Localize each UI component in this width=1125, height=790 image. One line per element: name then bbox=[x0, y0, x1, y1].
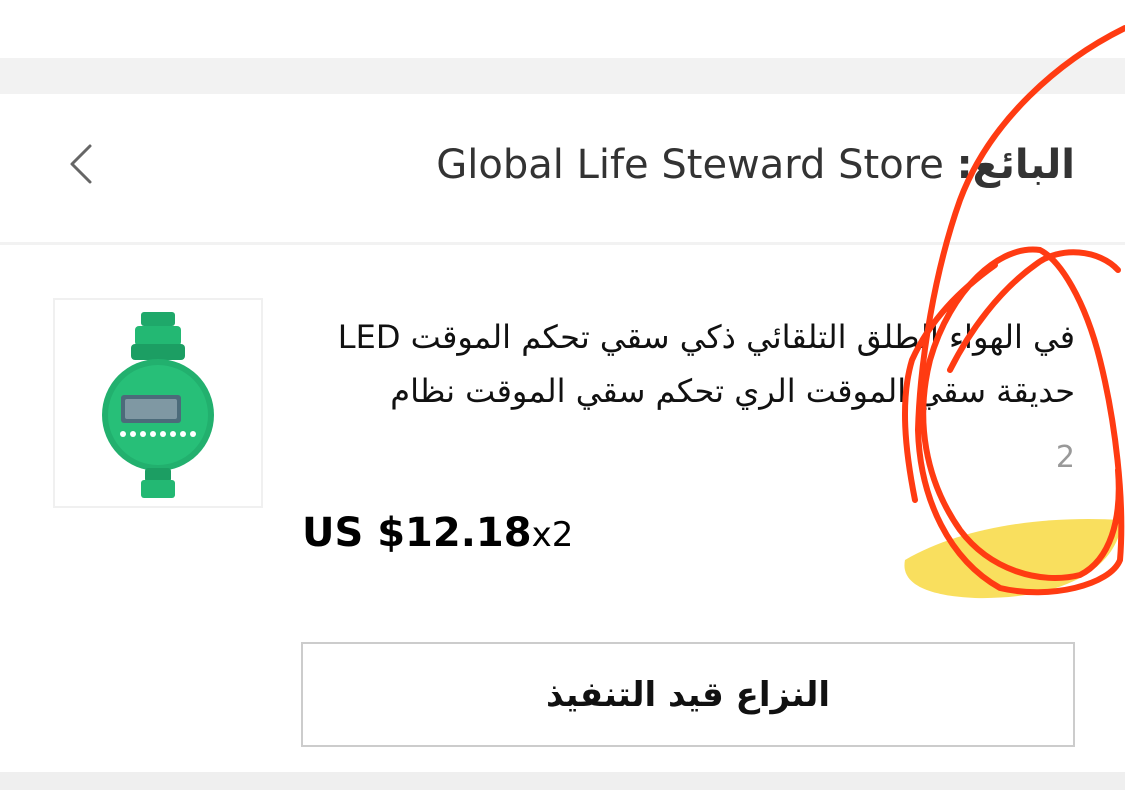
seller-label: البائع: bbox=[956, 142, 1075, 188]
seller-line[interactable]: البائع: Global Life Steward Store bbox=[436, 142, 1075, 188]
top-blank-area bbox=[0, 0, 1125, 58]
bottom-divider bbox=[0, 772, 1125, 790]
dispute-button[interactable]: النزاع قيد التنفيذ bbox=[301, 642, 1075, 747]
product-image[interactable] bbox=[53, 298, 263, 508]
chevron-left-icon bbox=[70, 144, 92, 184]
back-button[interactable] bbox=[58, 140, 106, 188]
unit-price: US $12.18 bbox=[302, 510, 532, 556]
store-name: Global Life Steward Store bbox=[436, 142, 944, 188]
product-title[interactable]: في الهواء الطلق التلقائي ذكي سقي تحكم ال… bbox=[295, 310, 1075, 418]
water-timer-product-icon bbox=[102, 312, 214, 498]
price-line: US $12.18x2 bbox=[302, 510, 573, 556]
product-quantity: 2 bbox=[1055, 440, 1075, 475]
quantity-multiplier: x2 bbox=[531, 515, 574, 555]
section-divider bbox=[0, 58, 1125, 94]
seller-header: البائع: Global Life Steward Store bbox=[0, 94, 1125, 245]
yellow-highlight-mark bbox=[904, 518, 1122, 599]
